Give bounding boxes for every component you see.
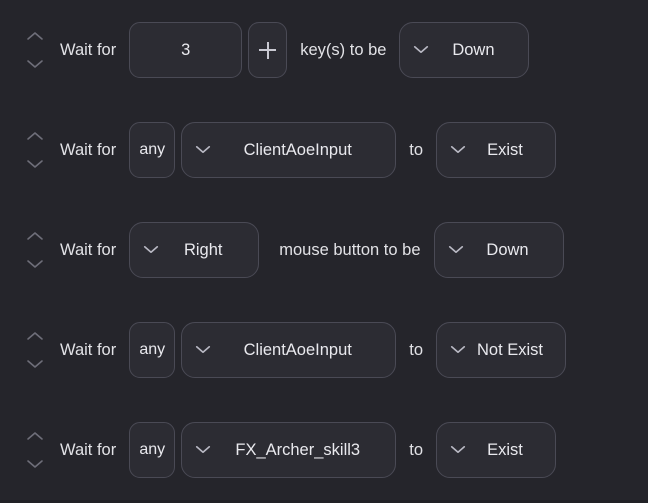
chevron-down-icon[interactable] <box>194 141 212 160</box>
mouse-button-dropdown-value: Right <box>183 240 223 259</box>
key-count-input[interactable]: 3 <box>129 22 243 78</box>
to-label: to <box>409 440 423 459</box>
wait-for-label: Wait for <box>60 140 117 159</box>
mouse-state-dropdown[interactable]: Down <box>433 222 564 278</box>
key-count-value: 3 <box>181 40 191 59</box>
chevron-down-icon[interactable] <box>25 258 45 270</box>
to-label: to <box>409 340 423 359</box>
condition-row: Wait for 3 key(s) to be Down <box>0 0 648 100</box>
chevron-up-icon[interactable] <box>25 130 45 142</box>
mouse-state-dropdown-value: Down <box>486 240 529 259</box>
reorder-controls <box>18 122 52 178</box>
target-object-dropdown-value: ClientAoeInput <box>243 340 352 359</box>
quantifier-value: any <box>139 441 166 458</box>
condition-row: Wait for any ClientAoeInput to Not Exist <box>0 300 648 400</box>
existence-state-dropdown[interactable]: Not Exist <box>436 322 567 378</box>
chevron-up-icon[interactable] <box>25 230 45 242</box>
chevron-down-icon[interactable] <box>25 158 45 170</box>
chevron-down-icon[interactable] <box>25 358 45 370</box>
existence-state-dropdown-value: Exist <box>487 440 523 459</box>
key-state-dropdown-value: Down <box>452 40 495 59</box>
chevron-down-icon[interactable] <box>449 141 467 160</box>
chevron-down-icon[interactable] <box>449 441 467 460</box>
keys-to-be-label: key(s) to be <box>300 40 387 59</box>
wait-for-label: Wait for <box>60 340 117 359</box>
chevron-up-icon[interactable] <box>25 430 45 442</box>
reorder-controls <box>18 222 52 278</box>
move-down-button[interactable] <box>25 354 45 374</box>
move-up-button[interactable] <box>25 126 45 146</box>
target-object-dropdown-value: FX_Archer_skill3 <box>235 440 361 459</box>
move-up-button[interactable] <box>25 226 45 246</box>
move-down-button[interactable] <box>25 454 45 474</box>
condition-row-list: Wait for 3 key(s) to be Down Wait for any Clie… <box>0 0 648 500</box>
target-object-dropdown[interactable]: ClientAoeInput <box>181 322 397 378</box>
reorder-controls <box>18 322 52 378</box>
wait-for-label: Wait for <box>60 240 117 259</box>
target-object-dropdown-value: ClientAoeInput <box>243 140 352 159</box>
move-down-button[interactable] <box>25 54 45 74</box>
chevron-down-icon[interactable] <box>412 41 430 60</box>
chevron-down-icon[interactable] <box>449 341 467 360</box>
quantifier-input[interactable]: any <box>129 122 176 178</box>
chevron-down-icon[interactable] <box>25 458 45 470</box>
chevron-up-icon[interactable] <box>25 30 45 42</box>
plus-icon <box>259 41 277 59</box>
move-up-button[interactable] <box>25 326 45 346</box>
key-state-dropdown[interactable]: Down <box>399 22 530 78</box>
mouse-button-to-be-label: mouse button to be <box>279 240 421 259</box>
chevron-down-icon[interactable] <box>194 341 212 360</box>
mouse-button-dropdown[interactable]: Right <box>129 222 260 278</box>
quantifier-input[interactable]: any <box>129 422 176 478</box>
reorder-controls <box>18 422 52 478</box>
condition-row: Wait for Right mouse button to be Down <box>0 200 648 300</box>
wait-for-label: Wait for <box>60 440 117 459</box>
condition-row: Wait for any ClientAoeInput to Exist <box>0 100 648 200</box>
chevron-down-icon[interactable] <box>142 241 160 260</box>
chevron-down-icon[interactable] <box>25 58 45 70</box>
move-down-button[interactable] <box>25 154 45 174</box>
move-down-button[interactable] <box>25 254 45 274</box>
quantifier-value: any <box>139 341 166 358</box>
wait-for-label: Wait for <box>60 40 117 59</box>
reorder-controls <box>18 22 52 78</box>
existence-state-dropdown-value: Exist <box>487 140 523 159</box>
to-label: to <box>409 140 423 159</box>
move-up-button[interactable] <box>25 26 45 46</box>
quantifier-value: any <box>139 141 166 158</box>
add-key-button[interactable] <box>248 22 288 78</box>
target-object-dropdown[interactable]: ClientAoeInput <box>181 122 397 178</box>
quantifier-input[interactable]: any <box>129 322 176 378</box>
existence-state-dropdown[interactable]: Exist <box>436 422 556 478</box>
existence-state-dropdown-value: Not Exist <box>477 340 544 359</box>
target-object-dropdown[interactable]: FX_Archer_skill3 <box>181 422 397 478</box>
chevron-down-icon[interactable] <box>194 441 212 460</box>
condition-row: Wait for any FX_Archer_skill3 to Exist <box>0 400 648 500</box>
move-up-button[interactable] <box>25 426 45 446</box>
chevron-up-icon[interactable] <box>25 330 45 342</box>
chevron-down-icon[interactable] <box>447 241 465 260</box>
existence-state-dropdown[interactable]: Exist <box>436 122 556 178</box>
